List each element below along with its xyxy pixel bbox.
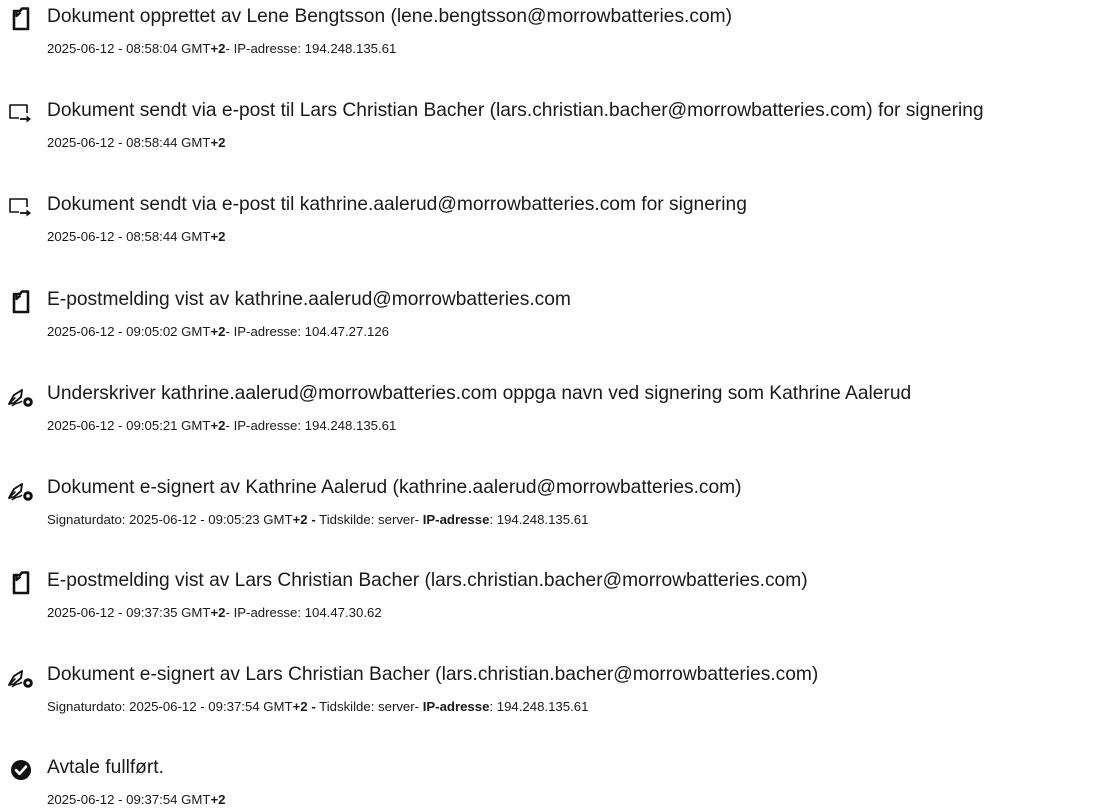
event-title: Dokument sendt via e-post til kathrine.a… <box>47 194 747 215</box>
event-timestamp: 2025-06-12 - 09:37:35 GMT+2- IP-adresse:… <box>47 605 382 620</box>
event-title: Underskriver kathrine.aalerud@morrowbatt… <box>47 383 912 404</box>
event-timestamp: 2025-06-12 - 08:58:04 GMT+2- IP-adresse:… <box>47 41 397 56</box>
email-send-icon <box>6 100 36 126</box>
event-title: E-postmelding vist av Lars Christian Bac… <box>47 570 808 591</box>
event-timestamp: 2025-06-12 - 09:05:21 GMT+2- IP-adresse:… <box>47 418 397 433</box>
event-title: E-postmelding vist av kathrine.aalerud@m… <box>47 289 571 310</box>
email-send-icon <box>6 194 36 220</box>
checkmark-circle-icon <box>6 757 36 783</box>
event-title: Dokument opprettet av Lene Bengtsson (le… <box>47 6 733 27</box>
event-title: Avtale fullført. <box>47 757 164 778</box>
signature-pen-icon <box>6 477 36 503</box>
event-timestamp: 2025-06-12 - 09:05:02 GMT+2- IP-adresse:… <box>47 324 390 339</box>
event-title: Dokument sendt via e-post til Lars Chris… <box>47 100 984 121</box>
document-icon <box>6 6 36 32</box>
event-timestamp: Signaturdato: 2025-06-12 - 09:05:23 GMT+… <box>47 512 589 527</box>
event-title: Dokument e-signert av Kathrine Aalerud (… <box>47 477 742 498</box>
document-icon <box>6 289 36 315</box>
signature-pen-icon <box>6 664 36 690</box>
event-timestamp: 2025-06-12 - 09:37:54 GMT+2 <box>47 792 226 807</box>
event-timestamp: 2025-06-12 - 08:58:44 GMT+2 <box>47 229 226 244</box>
audit-log: Dokument opprettet av Lene Bengtsson (le… <box>0 0 1104 807</box>
event-timestamp: 2025-06-12 - 08:58:44 GMT+2 <box>47 135 226 150</box>
event-timestamp: Signaturdato: 2025-06-12 - 09:37:54 GMT+… <box>47 699 589 714</box>
signature-pen-icon <box>6 383 36 409</box>
document-icon <box>6 570 36 596</box>
event-title: Dokument e-signert av Lars Christian Bac… <box>47 664 819 685</box>
